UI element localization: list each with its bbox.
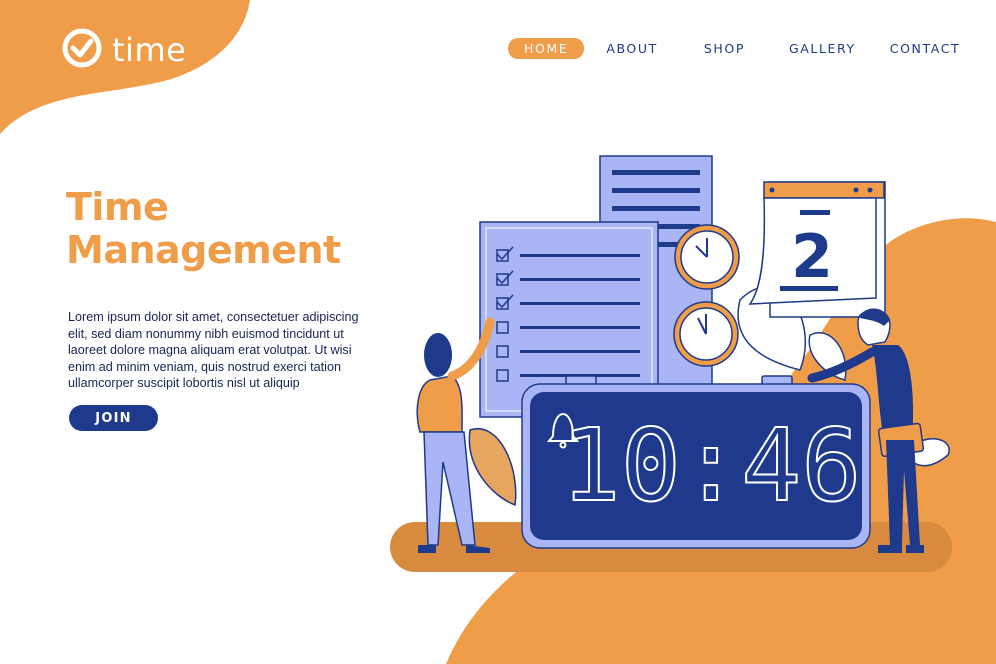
nav-shop[interactable]: SHOP bbox=[704, 39, 745, 58]
alarm-clock: 10:46 bbox=[521, 375, 871, 549]
calendar-day: 2 bbox=[791, 222, 833, 292]
hero-body-line: Lorem ipsum dolor sit amet, consectetuer… bbox=[68, 310, 359, 324]
brand-logo[interactable]: time bbox=[60, 26, 186, 74]
nav-contact[interactable]: CONTACT bbox=[890, 39, 960, 58]
nav-home[interactable]: HOME bbox=[508, 38, 585, 59]
hero-body-line: enim ad minim veniam, quis nostrud exerc… bbox=[68, 359, 341, 374]
leaf-decoration bbox=[468, 427, 517, 507]
hero-title-line2: Management bbox=[66, 228, 341, 272]
hero-body: Lorem ipsum dolor sit amet, consectetuer… bbox=[68, 309, 368, 392]
hero-body-line: elit, sed diam nonummy nibh euismod tinc… bbox=[68, 326, 344, 341]
hero-body-line: laoreet dolore magna aliquam erat volutp… bbox=[68, 343, 352, 357]
nav-about[interactable]: ABOUT bbox=[606, 39, 658, 58]
join-button[interactable]: JOIN bbox=[69, 405, 158, 431]
main-nav: HOME ABOUT SHOP GALLERY CONTACT bbox=[508, 38, 960, 59]
hero-title-line1: Time bbox=[66, 185, 169, 229]
alarm-clock-time: 10:46 bbox=[560, 407, 861, 524]
check-clock-icon bbox=[60, 26, 104, 74]
calendar-icon: 2 bbox=[748, 181, 886, 318]
hero-illustration: 2 10:46 bbox=[416, 155, 950, 553]
hero-title: Time Management bbox=[66, 186, 341, 272]
hero-body-line: ullamcorper suscipit lobortis nisl ut al… bbox=[68, 376, 300, 390]
brand-name: time bbox=[112, 31, 187, 69]
wall-clock-icon bbox=[674, 224, 740, 290]
wall-clock-icon bbox=[673, 301, 739, 367]
nav-gallery[interactable]: GALLERY bbox=[789, 39, 856, 58]
